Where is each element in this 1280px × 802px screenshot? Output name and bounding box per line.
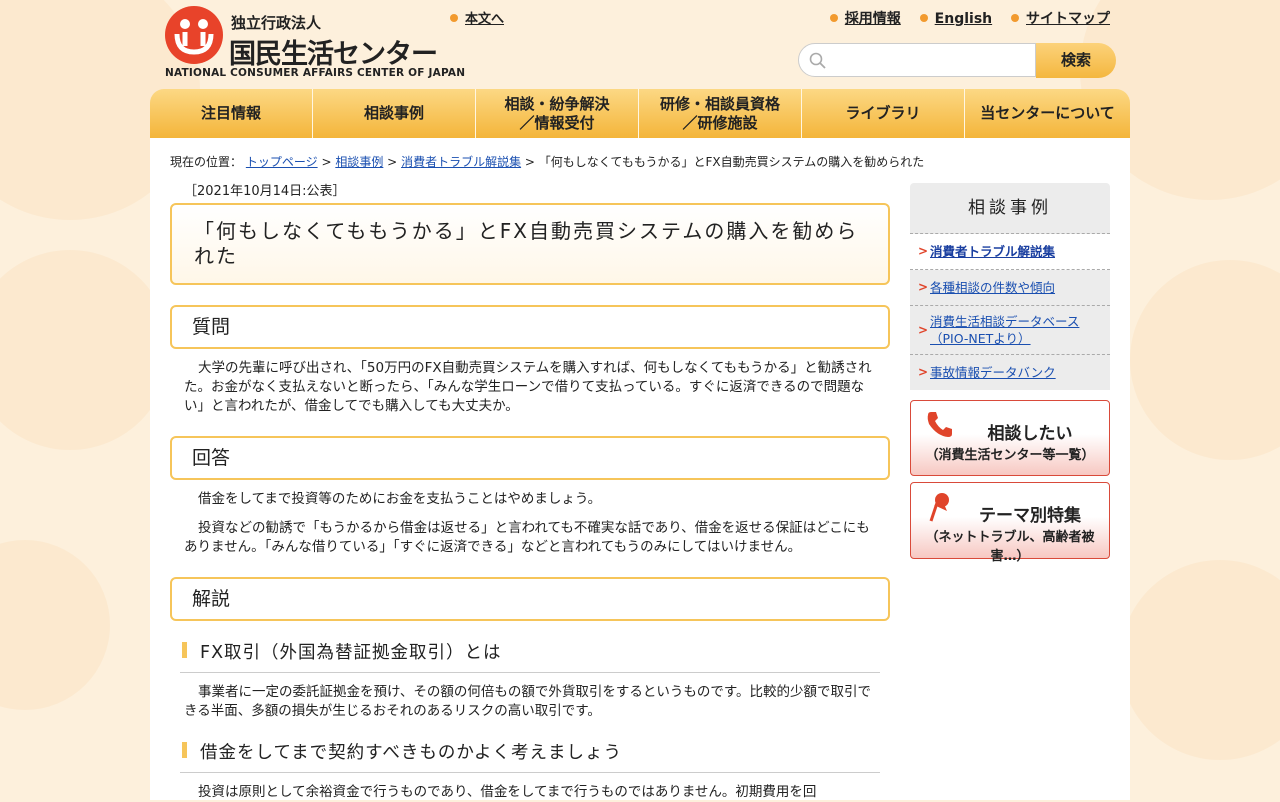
sidebar-item-trouble-guide[interactable]: > 消費者トラブル解説集 — [910, 234, 1110, 270]
bullet-icon — [919, 14, 928, 22]
nav-item-consultation[interactable]: 相談・紛争解決 ／情報受付 — [476, 89, 639, 138]
sidebar-item-label[interactable]: 各種相談の件数や傾向 — [930, 280, 1055, 295]
breadcrumb-link-top[interactable]: トップページ — [246, 155, 318, 169]
chevron-right-icon: > — [918, 244, 929, 258]
sidebar-item-accident-data[interactable]: > 事故情報データバンク — [910, 355, 1110, 390]
logo-subtitle: 独立行政法人 — [231, 14, 322, 32]
fx-text: 事業者に一定の委託証拠金を預け、その額の何倍もの額で外貨取引をするというものです… — [184, 684, 871, 719]
banner-subtitle: （消費生活センター等一覧） — [925, 448, 1095, 463]
nav-item-about[interactable]: 当センターについて — [965, 89, 1130, 138]
breadcrumb-separator: > — [387, 155, 398, 169]
sidebar-nav: 相談事例 > 消費者トラブル解説集 > 各種相談の件数や傾向 > 消費生活相談デ… — [910, 183, 1110, 390]
logo-english: NATIONAL CONSUMER AFFAIRS CENTER OF JAPA… — [165, 67, 466, 79]
breadcrumb-separator: > — [321, 155, 332, 169]
page-title: 「何もしなくてももうかる」とFX自動売買システムの購入を勧められた — [170, 203, 890, 285]
theme-banner[interactable]: テーマ別特集 （ネットトラブル、高齢者被害…） — [910, 482, 1110, 564]
sidebar: 相談事例 > 消費者トラブル解説集 > 各種相談の件数や傾向 > 消費生活相談デ… — [910, 183, 1110, 564]
logo-mark-icon — [165, 6, 223, 64]
english-link-label: English — [934, 11, 993, 27]
sitemap-link-label: サイトマップ — [1026, 11, 1110, 27]
breadcrumb-link-guide[interactable]: 消費者トラブル解説集 — [401, 155, 521, 169]
sidebar-item-label[interactable]: 消費生活相談データベース（PIO-NETより） — [930, 314, 1079, 346]
page-container: 独立行政法人 国民生活センター NATIONAL CONSUMER AFFAIR… — [150, 0, 1130, 800]
sidebar-item-label[interactable]: 事故情報データバンク — [930, 365, 1056, 380]
search-bar: 検索 — [798, 43, 1118, 79]
breadcrumb-current: 「何もしなくてももうかる」とFX自動売買システムの購入を勧められた — [538, 155, 925, 169]
consult-banner[interactable]: 相談したい （消費生活センター等一覧） — [910, 400, 1110, 476]
commentary-heading: 解説 — [170, 577, 890, 621]
answer-heading: 回答 — [170, 436, 890, 480]
borrowing-text: 投資は原則として余裕資金で行うものであり、借金をしてまで行うものではありません。… — [198, 784, 817, 800]
sidebar-title: 相談事例 — [910, 183, 1110, 234]
site-logo[interactable]: 独立行政法人 国民生活センター NATIONAL CONSUMER AFFAIR… — [165, 6, 465, 80]
english-link[interactable]: English — [919, 11, 993, 27]
banner-title: 相談したい — [987, 424, 1073, 444]
breadcrumb-separator: > — [524, 155, 535, 169]
bullet-icon — [1011, 14, 1019, 22]
chevron-right-icon: > — [918, 323, 929, 337]
global-nav: 注目情報 相談事例 相談・紛争解決 ／情報受付 研修・相談員資格 ／研修施設 ラ… — [150, 89, 1130, 138]
nav-item-featured[interactable]: 注目情報 — [150, 89, 313, 138]
skip-link-label: 本文へ — [465, 12, 505, 27]
recruit-link-label: 採用情報 — [844, 11, 901, 27]
question-heading: 質問 — [170, 305, 890, 349]
nav-item-training[interactable]: 研修・相談員資格 ／研修施設 — [639, 89, 802, 138]
content-panel: 現在の位置： トップページ > 相談事例 > 消費者トラブル解説集 > 「何もし… — [150, 138, 1130, 800]
bullet-icon — [450, 14, 458, 22]
breadcrumb-prefix: 現在の位置： — [170, 155, 243, 169]
sidebar-item-pio-net[interactable]: > 消費生活相談データベース（PIO-NETより） — [910, 306, 1110, 355]
subheading-borrowing: 借金をしてまで契約すべきものかよく考えましょう — [180, 739, 880, 773]
search-input[interactable] — [798, 43, 1036, 77]
bg-decoration — [1130, 260, 1280, 460]
recruit-link[interactable]: 採用情報 — [829, 11, 901, 27]
logo-title: 国民生活センター — [229, 39, 438, 70]
answer-text: 借金をしてまで投資等のためにお金を支払うことはやめましょう。 — [198, 491, 602, 507]
search-button[interactable]: 検索 — [1036, 43, 1116, 78]
utility-links: 採用情報 English サイトマップ — [816, 8, 1110, 28]
sidebar-item-statistics[interactable]: > 各種相談の件数や傾向 — [910, 270, 1110, 306]
question-text: 大学の先輩に呼び出され、「50万円のFX自動売買システムを購入すれば、何もしなく… — [184, 360, 872, 414]
skip-to-content-link[interactable]: 本文へ — [450, 8, 504, 27]
chevron-right-icon: > — [918, 280, 929, 294]
subheading-fx: FX取引（外国為替証拠金取引）とは — [180, 639, 880, 673]
publish-date: ［2021年10月14日:公表］ — [184, 184, 346, 199]
search-icon — [809, 52, 827, 74]
article: ［2021年10月14日:公表］ 「何もしなくてももうかる」とFX自動売買システ… — [170, 183, 890, 802]
chevron-right-icon: > — [918, 365, 929, 379]
banner-title: テーマ別特集 — [979, 506, 1081, 526]
banner-subtitle: （ネットトラブル、高齢者被害…） — [925, 530, 1095, 564]
breadcrumb: 現在の位置： トップページ > 相談事例 > 消費者トラブル解説集 > 「何もし… — [170, 153, 924, 170]
answer-text: 投資などの勧誘で「もうかるから借金は返せる」と言われても不確実な話であり、借金を… — [184, 520, 870, 555]
bg-decoration — [0, 540, 110, 710]
nav-item-library[interactable]: ライブラリ — [802, 89, 965, 138]
sitemap-link[interactable]: サイトマップ — [1011, 11, 1110, 27]
bullet-icon — [829, 14, 838, 22]
breadcrumb-link-cases[interactable]: 相談事例 — [335, 155, 383, 169]
bg-decoration — [1120, 560, 1280, 760]
nav-item-cases[interactable]: 相談事例 — [313, 89, 476, 138]
sidebar-item-label[interactable]: 消費者トラブル解説集 — [930, 244, 1055, 259]
bg-decoration — [0, 250, 170, 450]
